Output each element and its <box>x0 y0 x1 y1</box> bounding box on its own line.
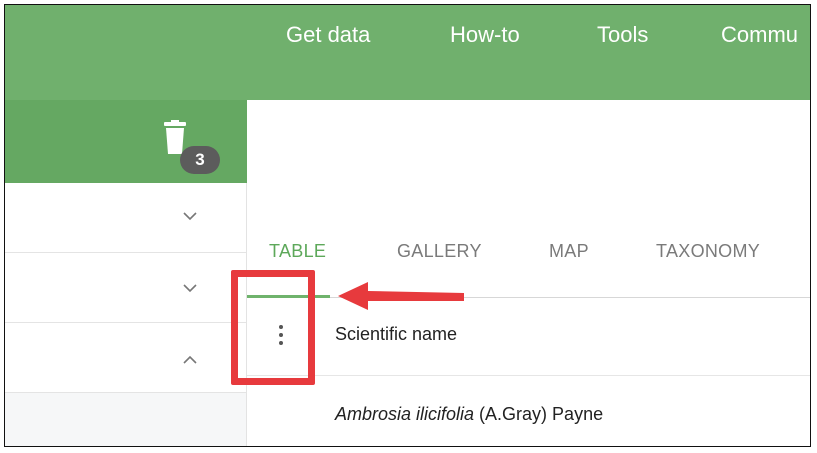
highlight-box <box>231 270 315 385</box>
column-header-scientific-name[interactable]: Scientific name <box>335 324 457 345</box>
top-navigation-bar: Get data How-to Tools Commu <box>5 5 810 100</box>
chevron-down-icon <box>183 284 197 293</box>
nav-how-to[interactable]: How-to <box>450 22 520 48</box>
tab-table[interactable]: TABLE <box>269 241 326 262</box>
nav-community[interactable]: Commu <box>721 22 798 48</box>
nav-tools[interactable]: Tools <box>597 22 648 48</box>
filter-count-badge: 3 <box>180 146 220 174</box>
filter-row[interactable] <box>5 253 246 323</box>
chevron-up-icon <box>183 355 197 364</box>
main-content: TABLE GALLERY MAP TAXONOMY Scientific na… <box>247 100 810 446</box>
filter-row[interactable] <box>5 323 246 393</box>
table-header-row: Scientific name <box>247 298 810 377</box>
tab-map[interactable]: MAP <box>549 241 589 262</box>
tab-gallery[interactable]: GALLERY <box>397 241 482 262</box>
tab-taxonomy[interactable]: TAXONOMY <box>656 241 760 262</box>
chevron-down-icon <box>183 212 197 221</box>
screenshot-frame: Get data How-to Tools Commu 3 TABLE GALL… <box>4 4 811 447</box>
species-author: (A.Gray) Payne <box>474 404 604 424</box>
nav-get-data[interactable]: Get data <box>286 22 370 48</box>
sidebar-header: 3 <box>5 100 247 183</box>
table-row[interactable]: Ambrosia ilicifolia (A.Gray) Payne <box>247 376 810 446</box>
filter-row[interactable] <box>5 183 246 253</box>
species-name: Ambrosia ilicifolia <box>335 404 475 424</box>
annotation-arrow-icon <box>338 282 464 310</box>
filter-sidebar: 3 <box>5 100 247 446</box>
scientific-name-cell: Ambrosia ilicifolia (A.Gray) Payne <box>335 404 603 425</box>
